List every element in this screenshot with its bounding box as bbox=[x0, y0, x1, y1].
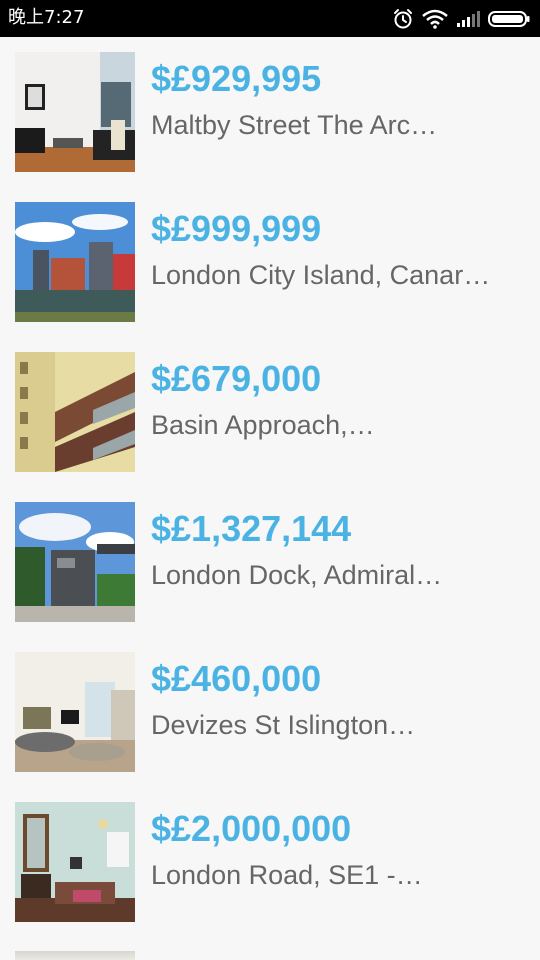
status-icons bbox=[392, 7, 530, 31]
listing-address: Basin Approach,… bbox=[151, 410, 375, 440]
list-item[interactable]: $£2,000,000 London Road, SE1 -… bbox=[0, 787, 540, 937]
listing-photo bbox=[15, 802, 135, 922]
listing-photo bbox=[15, 352, 135, 472]
listing-photo bbox=[15, 652, 135, 772]
signal-icon bbox=[456, 10, 480, 28]
list-item[interactable]: $£460,000 Devizes St Islington… bbox=[0, 637, 540, 787]
listing-address: London Dock, Admiral… bbox=[151, 560, 443, 590]
list-item[interactable]: $£999,999 London City Island, Canar… bbox=[0, 187, 540, 337]
listing-photo bbox=[15, 52, 135, 172]
list-item[interactable]: $£1,327,144 London Dock, Admiral… bbox=[0, 487, 540, 637]
list-item[interactable]: $£679,000 Basin Approach,… bbox=[0, 337, 540, 487]
listing-address: Maltby Street The Arc… bbox=[151, 110, 438, 140]
wifi-icon bbox=[422, 9, 448, 29]
status-bar: 晚上7:27 bbox=[0, 0, 540, 37]
battery-icon bbox=[488, 11, 530, 27]
listing-price: $£460,000 bbox=[151, 658, 322, 699]
listing-price: $£999,999 bbox=[151, 208, 322, 249]
listing-price: $£929,995 bbox=[151, 58, 322, 99]
listing-price: $£2,000,000 bbox=[151, 808, 352, 849]
listing-photo bbox=[15, 202, 135, 322]
listing-photo bbox=[15, 502, 135, 622]
listing-address: London City Island, Canar… bbox=[151, 260, 491, 290]
listing-photo-partial bbox=[15, 951, 135, 960]
list-item[interactable]: $£929,995 Maltby Street The Arc… bbox=[0, 37, 540, 187]
status-time: 晚上7:27 bbox=[8, 7, 85, 28]
listing-list[interactable]: $£929,995 Maltby Street The Arc… $£999,9… bbox=[0, 37, 540, 960]
listing-price: $£679,000 bbox=[151, 358, 322, 399]
alarm-icon bbox=[392, 8, 414, 30]
listing-address: London Road, SE1 -… bbox=[151, 860, 423, 890]
listing-address: Devizes St Islington… bbox=[151, 710, 416, 740]
listing-price: $£1,327,144 bbox=[151, 508, 352, 549]
